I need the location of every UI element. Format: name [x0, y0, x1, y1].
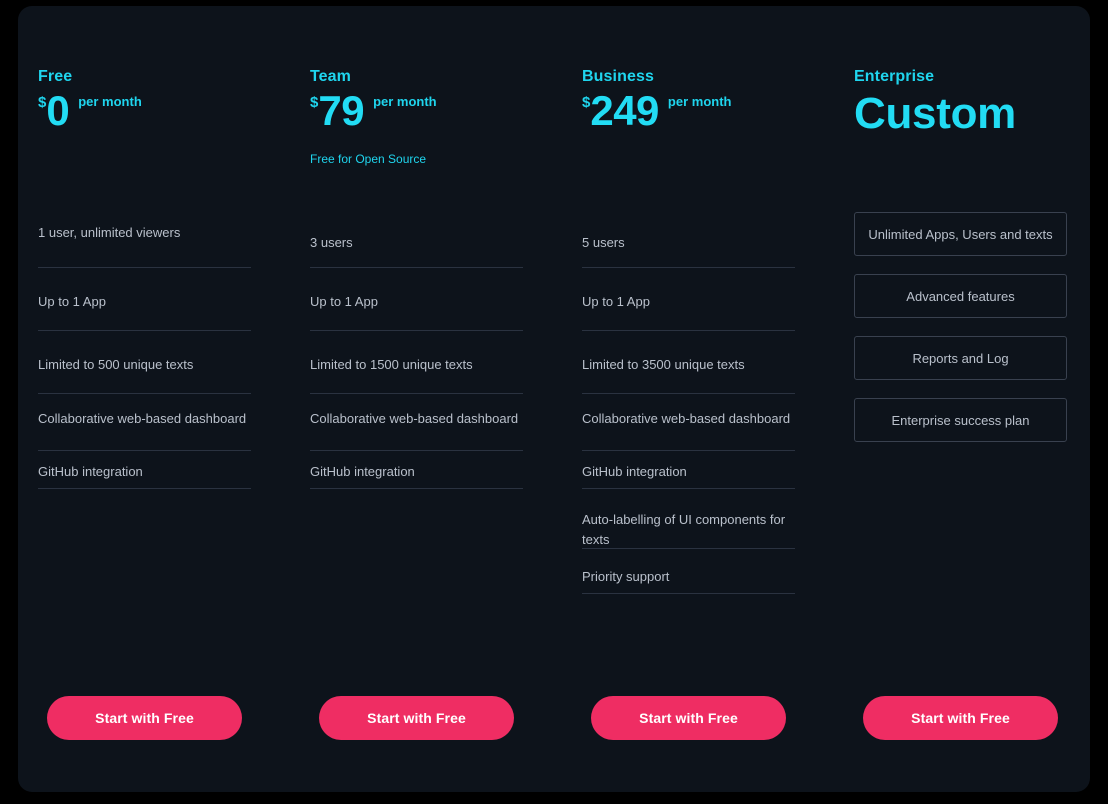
feature-item: Limited to 500 unique texts — [38, 331, 251, 394]
boxed-feature-list: Unlimited Apps, Users and texts Advanced… — [854, 212, 1067, 460]
feature-label: Auto-labelling of UI components for text… — [582, 512, 786, 547]
boxed-feature-item: Reports and Log — [854, 336, 1067, 380]
feature-item: 1 user, unlimited viewers — [38, 212, 251, 268]
price-amount: 249 — [590, 87, 659, 134]
plan-name: Business — [582, 68, 654, 85]
boxed-feature-item: Enterprise success plan — [854, 398, 1067, 442]
feature-item: Collaborative web-based dashboard — [582, 394, 795, 451]
pricing-plan-business: Business $249 per month 5 users Up to 1 A… — [562, 6, 834, 792]
feature-label: Limited to 500 unique texts — [38, 357, 194, 372]
feature-list: 1 user, unlimited viewers Up to 1 App Li… — [38, 212, 251, 489]
feature-label: GitHub integration — [310, 464, 415, 479]
feature-item: Collaborative web-based dashboard — [310, 394, 523, 451]
plan-name: Team — [310, 68, 352, 85]
currency-symbol: $ — [38, 94, 47, 111]
feature-label: Up to 1 App — [582, 294, 650, 309]
plan-name: Enterprise — [854, 68, 935, 85]
feature-list: 5 users Up to 1 App Limited to 3500 uniq… — [582, 222, 795, 594]
feature-item: Up to 1 App — [310, 268, 523, 331]
feature-label: Collaborative web-based dashboard — [38, 411, 247, 426]
billing-period-label: per month — [373, 94, 437, 109]
plan-name: Free — [38, 68, 73, 85]
plan-price: Custom — [854, 92, 1016, 140]
pricing-plan-enterprise: Enterprise Custom Unlimited Apps, Users … — [834, 6, 1090, 792]
feature-label: Collaborative web-based dashboard — [582, 411, 791, 426]
price-amount: 79 — [318, 87, 365, 134]
feature-item: Limited to 1500 unique texts — [310, 331, 523, 394]
feature-label: GitHub integration — [582, 464, 687, 479]
pricing-plans-row: Free $0 per month 1 user, unlimited viewe… — [18, 6, 1090, 792]
feature-label: Up to 1 App — [38, 294, 106, 309]
feature-item: Priority support — [582, 549, 795, 594]
start-with-free-button[interactable]: Start with Free — [47, 696, 242, 740]
feature-item: GitHub integration — [582, 451, 795, 489]
pricing-panel: Free $0 per month 1 user, unlimited viewe… — [18, 6, 1090, 792]
feature-label: 3 users — [310, 235, 353, 250]
open-source-note[interactable]: Free for Open Source — [310, 152, 426, 166]
feature-label: GitHub integration — [38, 464, 143, 479]
price-amount: Custom — [854, 89, 1016, 138]
billing-period-label: per month — [78, 94, 142, 109]
feature-item: Limited to 3500 unique texts — [582, 331, 795, 394]
feature-list: 3 users Up to 1 App Limited to 1500 uniq… — [310, 222, 523, 489]
feature-item: Auto-labelling of UI components for text… — [582, 489, 795, 549]
feature-label: Limited to 3500 unique texts — [582, 357, 745, 372]
currency-symbol: $ — [582, 94, 591, 111]
feature-label: 1 user, unlimited viewers — [38, 225, 181, 240]
feature-item: Up to 1 App — [38, 268, 251, 331]
feature-label: Limited to 1500 unique texts — [310, 357, 473, 372]
plan-price: $249 per month — [582, 90, 731, 138]
price-amount: 0 — [46, 87, 70, 134]
boxed-feature-item: Unlimited Apps, Users and texts — [854, 212, 1067, 256]
billing-period-label: per month — [667, 94, 732, 109]
plan-price: $0 per month — [38, 90, 142, 138]
start-with-free-button[interactable]: Start with Free — [319, 696, 514, 740]
start-with-free-button[interactable]: Start with Free — [863, 696, 1058, 740]
feature-item: GitHub integration — [310, 451, 523, 489]
feature-label: 5 users — [582, 235, 625, 250]
plan-price: $79 per month — [310, 90, 437, 138]
start-with-free-button[interactable]: Start with Free — [591, 696, 786, 740]
feature-item: GitHub integration — [38, 451, 251, 489]
pricing-plan-free: Free $0 per month 1 user, unlimited viewe… — [18, 6, 290, 792]
feature-label: Collaborative web-based dashboard — [310, 411, 519, 426]
feature-label: Up to 1 App — [310, 294, 378, 309]
boxed-feature-item: Advanced features — [854, 274, 1067, 318]
currency-symbol: $ — [310, 94, 319, 111]
feature-item: Collaborative web-based dashboard — [38, 394, 251, 451]
pricing-plan-team: Team $79 per month Free for Open Source 3… — [290, 6, 562, 792]
feature-label: Priority support — [582, 569, 670, 584]
feature-item: Up to 1 App — [582, 268, 795, 331]
feature-item: 3 users — [310, 222, 523, 268]
feature-item: 5 users — [582, 222, 795, 268]
